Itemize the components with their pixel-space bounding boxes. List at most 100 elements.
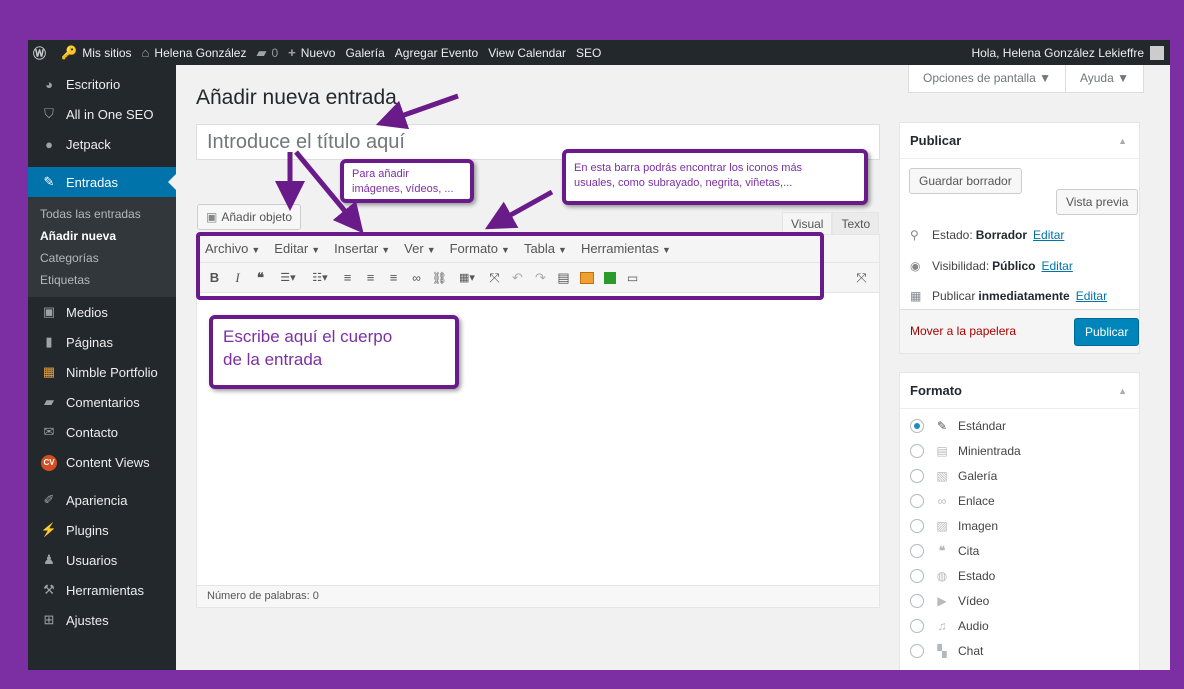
frame-top <box>0 0 1184 40</box>
admin-bar: Ⓦ 🔑 Mis sitios ⌂ Helena González ▰ 0 + Nuevo… <box>28 40 1170 65</box>
menu-item-comentarios[interactable]: ▰ Comentarios <box>28 387 176 417</box>
format-label: Minientrada <box>958 444 1021 458</box>
radio-button[interactable] <box>910 519 924 533</box>
site-name-link[interactable]: ⌂ Helena González <box>137 40 252 65</box>
menu-label: Content Views <box>66 454 150 470</box>
chat-icon: ▚ <box>937 644 947 658</box>
submenu-anadir-nueva[interactable]: Añadir nueva <box>28 225 176 247</box>
menu-label: Usuarios <box>66 552 118 568</box>
menu-label: Entradas <box>66 174 119 190</box>
menu-item-entradas[interactable]: ✎ Entradas <box>28 167 176 197</box>
format-option-imagen[interactable]: ▨ Imagen <box>910 519 998 533</box>
publish-box-header[interactable]: Publicar ▲ <box>900 123 1139 159</box>
format-label: Cita <box>958 544 980 558</box>
media-icon: ▣ <box>42 304 56 319</box>
submenu-etiquetas[interactable]: Etiquetas <box>28 269 176 291</box>
submenu-categorias[interactable]: Categorías <box>28 247 176 269</box>
menu-item-all-in-one-seo[interactable]: ⛉ All in One SEO <box>28 99 176 129</box>
radio-button[interactable] <box>910 419 924 433</box>
format-option-estado[interactable]: ◍ Estado <box>910 569 995 583</box>
admin-sidebar: ◕ Escritorio ⛉ All in One SEO ● Jetpack ✎ En… <box>28 65 176 670</box>
toolbar-annotation-line: usuales, como subrayado, negrita, viñeta… <box>574 177 793 189</box>
new-content-link[interactable]: + Nuevo <box>283 40 340 65</box>
status-row: ⚲ Estado: Borrador Editar <box>910 228 1064 242</box>
pin-icon: ✎ <box>936 419 948 433</box>
wrench-icon: ⚒ <box>43 582 55 597</box>
menu-item-content-views[interactable]: CV Content Views <box>28 447 176 477</box>
home-icon: ⌂ <box>141 45 150 60</box>
edit-schedule-link[interactable]: Editar <box>1076 289 1107 303</box>
menu-item-escritorio[interactable]: ◕ Escritorio <box>28 69 176 99</box>
format-label: Audio <box>958 619 989 633</box>
gallery-link[interactable]: Galería <box>340 40 389 65</box>
screen: Ⓦ 🔑 Mis sitios ⌂ Helena González ▰ 0 + Nuevo… <box>28 40 1170 670</box>
radio-button[interactable] <box>910 594 924 608</box>
title-arrow <box>375 93 459 130</box>
radio-button[interactable] <box>910 569 924 583</box>
comment-bubble-icon: ▰ <box>256 44 267 60</box>
radio-button[interactable] <box>910 469 924 483</box>
tab-text[interactable]: Texto <box>832 212 880 234</box>
menu-item-usuarios[interactable]: ♟ Usuarios <box>28 545 176 575</box>
help-button[interactable]: Ayuda ▼ <box>1065 65 1143 92</box>
wordpress-logo-button[interactable]: Ⓦ <box>28 40 56 65</box>
format-box-header[interactable]: Formato ▲ <box>900 373 1139 409</box>
my-sites-link[interactable]: 🔑 Mis sitios <box>56 40 137 65</box>
comments-link[interactable]: ▰ 0 <box>251 40 283 65</box>
radio-button[interactable] <box>910 619 924 633</box>
screen-options-button[interactable]: Opciones de pantalla ▼ <box>909 65 1066 92</box>
format-option-video[interactable]: ▶ Vídeo <box>910 594 989 608</box>
schedule-label: Publicar <box>932 289 976 303</box>
move-to-trash-link[interactable]: Mover a la papelera <box>910 324 1016 338</box>
publish-button[interactable]: Publicar <box>1074 318 1140 346</box>
radio-button[interactable] <box>910 644 924 658</box>
menu-item-ajustes[interactable]: ⊞ Ajustes <box>28 605 176 635</box>
view-calendar-link[interactable]: View Calendar <box>483 40 571 65</box>
preview-button[interactable]: Vista previa <box>1056 189 1139 215</box>
format-option-chat[interactable]: ▚ Chat <box>910 644 983 658</box>
menu-item-nimble-portfolio[interactable]: ▦ Nimble Portfolio <box>28 357 176 387</box>
add-media-button[interactable]: ▣ Añadir objeto <box>197 204 302 230</box>
menu-item-plugins[interactable]: ⚡ Plugins <box>28 515 176 545</box>
seo-link[interactable]: SEO <box>571 40 606 65</box>
menu-item-contacto[interactable]: ✉ Contacto <box>28 417 176 447</box>
portfolio-icon: ▦ <box>42 364 56 379</box>
format-option-estandar[interactable]: ✎ Estándar <box>910 419 1006 433</box>
menu-item-paginas[interactable]: ▮ Páginas <box>28 327 176 357</box>
account-menu[interactable]: Hola, Helena González Lekieffre <box>971 45 1170 60</box>
eye-icon: ◉ <box>910 259 921 273</box>
format-option-minientrada[interactable]: ▤ Minientrada <box>910 444 1021 458</box>
menu-label: Comentarios <box>66 394 140 410</box>
entradas-submenu: Todas las entradas Añadir nueva Categorí… <box>28 197 176 297</box>
format-label: Chat <box>958 644 984 658</box>
pages-icon: ▮ <box>45 334 53 349</box>
expand-button[interactable]: ⤧ <box>850 267 873 289</box>
media-annotation: Para añadir imágenes, vídeos, ... <box>340 159 474 203</box>
radio-button[interactable] <box>910 544 924 558</box>
page-title: Añadir nueva entrada <box>196 86 397 109</box>
radio-button[interactable] <box>910 444 924 458</box>
pin-icon: ⚲ <box>910 228 919 242</box>
menu-item-apariencia[interactable]: ✐ Apariencia <box>28 485 176 515</box>
format-option-audio[interactable]: ♫ Audio <box>910 619 989 633</box>
menu-item-herramientas[interactable]: ⚒ Herramientas <box>28 575 176 605</box>
menu-label: Medios <box>66 304 108 320</box>
format-option-enlace[interactable]: ∞ Enlace <box>910 494 995 508</box>
publish-box-title: Publicar <box>910 133 962 148</box>
add-event-link[interactable]: Agregar Evento <box>390 40 483 65</box>
format-option-cita[interactable]: ❝ Cita <box>910 544 979 558</box>
tab-visual[interactable]: Visual <box>782 212 833 234</box>
edit-visibility-link[interactable]: Editar <box>1042 259 1073 273</box>
format-option-galeria[interactable]: ▧ Galería <box>910 469 997 483</box>
format-label: Estado <box>958 569 996 583</box>
submenu-todas-las-entradas[interactable]: Todas las entradas <box>28 203 176 225</box>
edit-status-link[interactable]: Editar <box>1033 228 1064 242</box>
menu-item-jetpack[interactable]: ● Jetpack <box>28 129 176 159</box>
visibility-label: Visibilidad: <box>932 259 990 273</box>
menu-item-medios[interactable]: ▣ Medios <box>28 297 176 327</box>
key-icon: 🔑 <box>61 44 78 60</box>
format-box: Formato ▲ ✎ Estándar ▤ Minientrada ▧ Galería… <box>899 372 1140 670</box>
radio-button[interactable] <box>910 494 924 508</box>
save-draft-button[interactable]: Guardar borrador <box>909 168 1022 194</box>
publish-box: Publicar ▲ Guardar borrador Vista previa … <box>899 122 1140 354</box>
